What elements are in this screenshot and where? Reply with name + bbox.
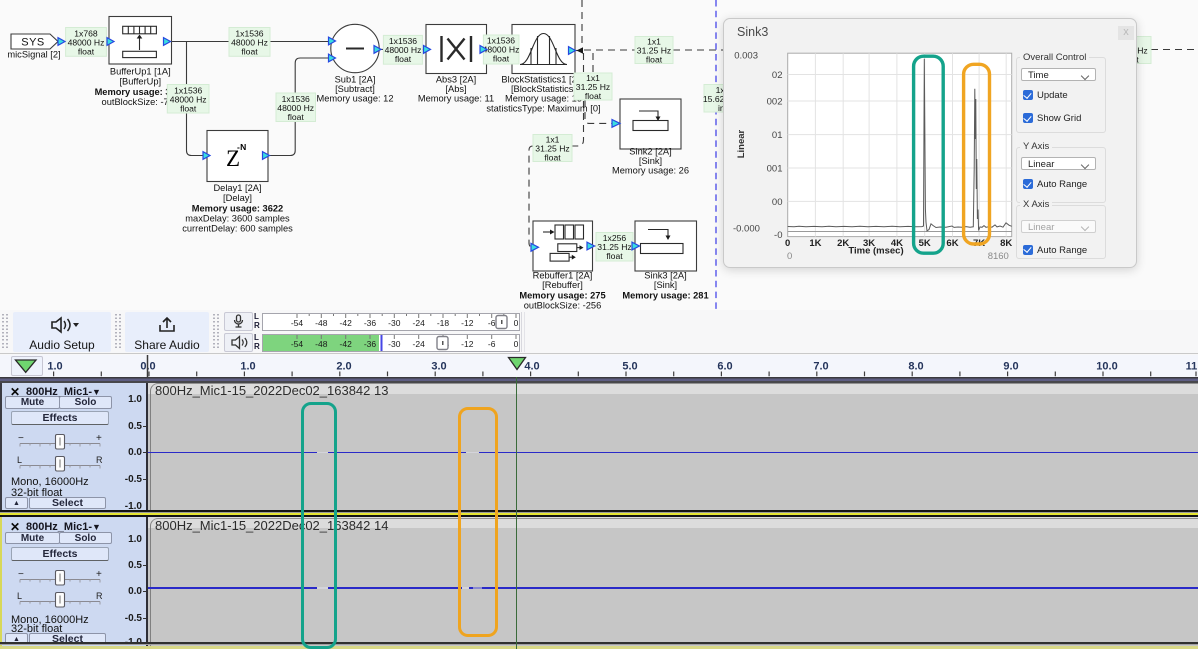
svg-text:-0: -0 bbox=[774, 230, 782, 241]
svg-text:-30: -30 bbox=[388, 318, 401, 328]
svg-text:-12: -12 bbox=[461, 339, 474, 349]
svg-text:-6: -6 bbox=[488, 318, 496, 328]
svg-text:7.0: 7.0 bbox=[813, 361, 828, 373]
svg-text:Time (msec): Time (msec) bbox=[848, 246, 903, 257]
svg-text:0: 0 bbox=[514, 318, 519, 328]
svg-text:float: float bbox=[606, 251, 623, 261]
svg-text:[Rebuffer]: [Rebuffer] bbox=[542, 280, 583, 290]
svg-text:−: − bbox=[18, 433, 24, 444]
svg-text:0: 0 bbox=[514, 339, 519, 349]
svg-text:-30: -30 bbox=[388, 339, 401, 349]
svg-text:statisticsType: Maximum [0]: statisticsType: Maximum [0] bbox=[486, 104, 600, 114]
svg-text:Sink3 [2A]: Sink3 [2A] bbox=[644, 271, 686, 281]
svg-text:11.0: 11.0 bbox=[1186, 361, 1198, 373]
svg-text:8K: 8K bbox=[1000, 238, 1012, 249]
svg-text:BlockStatistics1 [2A]: BlockStatistics1 [2A] bbox=[501, 75, 585, 85]
svg-text:SYS: SYS bbox=[21, 36, 45, 48]
svg-text:1.0: 1.0 bbox=[47, 361, 62, 373]
svg-text:0: 0 bbox=[785, 238, 790, 249]
svg-text:Sub1 [2A]: Sub1 [2A] bbox=[335, 75, 376, 85]
svg-text:00: 00 bbox=[772, 197, 783, 208]
svg-text:Linear: Linear bbox=[736, 129, 747, 158]
svg-text:L: L bbox=[17, 591, 22, 601]
svg-text:Memory usage: 11: Memory usage: 11 bbox=[418, 94, 494, 104]
svg-text:8160: 8160 bbox=[988, 251, 1009, 262]
svg-text:01: 01 bbox=[772, 130, 783, 141]
svg-text:Memory usage: 3622: Memory usage: 3622 bbox=[192, 204, 283, 214]
svg-text:−: − bbox=[18, 569, 24, 580]
svg-text:currentDelay: 600 samples: currentDelay: 600 samples bbox=[182, 224, 293, 234]
svg-text:Delay1 [2A]: Delay1 [2A] bbox=[213, 183, 261, 193]
svg-text:+: + bbox=[96, 569, 102, 580]
svg-text:1.0: 1.0 bbox=[240, 361, 255, 373]
svg-text:0.003: 0.003 bbox=[734, 51, 758, 62]
svg-text:8.0: 8.0 bbox=[908, 361, 923, 373]
svg-text:Memory usage: 13: Memory usage: 13 bbox=[505, 94, 582, 104]
svg-text:5.0: 5.0 bbox=[622, 361, 637, 373]
svg-text:-42: -42 bbox=[340, 318, 353, 328]
svg-text:-36: -36 bbox=[364, 318, 377, 328]
svg-text:Memory usage: 281: Memory usage: 281 bbox=[622, 291, 708, 301]
svg-text:[BufferUp]: [BufferUp] bbox=[119, 77, 161, 87]
svg-text:5K: 5K bbox=[919, 238, 931, 249]
svg-text:[Sink]: [Sink] bbox=[654, 280, 677, 290]
svg-text:float: float bbox=[493, 54, 510, 64]
svg-text:R: R bbox=[96, 591, 103, 601]
svg-text:Memory usage: 275: Memory usage: 275 bbox=[519, 291, 605, 301]
svg-text:Memory usage: 26: Memory usage: 26 bbox=[612, 166, 689, 176]
svg-text:Memory usage: 12: Memory usage: 12 bbox=[317, 94, 394, 104]
svg-text:0: 0 bbox=[787, 251, 792, 262]
svg-text:BufferUp1 [1A]: BufferUp1 [1A] bbox=[110, 66, 171, 76]
svg-text:3.0: 3.0 bbox=[431, 361, 446, 373]
svg-text:float: float bbox=[395, 54, 412, 64]
svg-text:-0.000: -0.000 bbox=[733, 224, 760, 235]
svg-text:-48: -48 bbox=[315, 339, 328, 349]
svg-text:[Subtract]: [Subtract] bbox=[335, 84, 375, 94]
svg-text:-54: -54 bbox=[291, 318, 304, 328]
svg-text:float: float bbox=[544, 153, 561, 163]
svg-text:-24: -24 bbox=[413, 318, 426, 328]
svg-text:R: R bbox=[96, 455, 103, 465]
svg-text:-36: -36 bbox=[364, 339, 377, 349]
svg-text:-54: -54 bbox=[291, 339, 304, 349]
svg-text:[Sink]: [Sink] bbox=[639, 156, 662, 166]
svg-text:float: float bbox=[646, 55, 663, 65]
svg-text:-42: -42 bbox=[340, 339, 353, 349]
svg-text:[BlockStatistics]: [BlockStatistics] bbox=[511, 84, 576, 94]
svg-text:float: float bbox=[288, 112, 305, 122]
svg-text:2.0: 2.0 bbox=[336, 361, 351, 373]
svg-text:9.0: 9.0 bbox=[1003, 361, 1018, 373]
svg-text:6.0: 6.0 bbox=[717, 361, 732, 373]
svg-text:-48: -48 bbox=[315, 318, 328, 328]
svg-text:-24: -24 bbox=[413, 339, 426, 349]
svg-text:002: 002 bbox=[767, 97, 783, 108]
svg-text:float: float bbox=[585, 91, 602, 101]
svg-text:-18: -18 bbox=[437, 318, 450, 328]
svg-text:maxDelay: 3600 samples: maxDelay: 3600 samples bbox=[185, 214, 290, 224]
svg-text:4.0: 4.0 bbox=[524, 361, 539, 373]
svg-text:[Delay]: [Delay] bbox=[223, 193, 252, 203]
svg-text:-12: -12 bbox=[461, 318, 474, 328]
svg-text:+: + bbox=[96, 433, 102, 444]
svg-text:float: float bbox=[180, 104, 197, 114]
svg-text:float: float bbox=[241, 47, 258, 57]
svg-text:outBlockSize: -256: outBlockSize: -256 bbox=[524, 301, 602, 311]
svg-text:Rebuffer1 [2A]: Rebuffer1 [2A] bbox=[533, 271, 593, 281]
svg-text:-N: -N bbox=[237, 142, 247, 152]
svg-text:6K: 6K bbox=[946, 238, 958, 249]
svg-text:micSignal [2]: micSignal [2] bbox=[7, 50, 60, 60]
svg-text:Abs3 [2A]: Abs3 [2A] bbox=[436, 75, 476, 85]
svg-text:-6: -6 bbox=[488, 339, 496, 349]
svg-text:001: 001 bbox=[767, 164, 783, 175]
svg-text:1K: 1K bbox=[809, 238, 821, 249]
svg-text:float: float bbox=[78, 47, 95, 57]
svg-text:02: 02 bbox=[772, 70, 783, 81]
svg-text:[Abs]: [Abs] bbox=[445, 84, 466, 94]
svg-text:10.0: 10.0 bbox=[1096, 361, 1117, 373]
svg-text:Sink2 [2A]: Sink2 [2A] bbox=[629, 147, 671, 157]
svg-text:L: L bbox=[17, 455, 22, 465]
